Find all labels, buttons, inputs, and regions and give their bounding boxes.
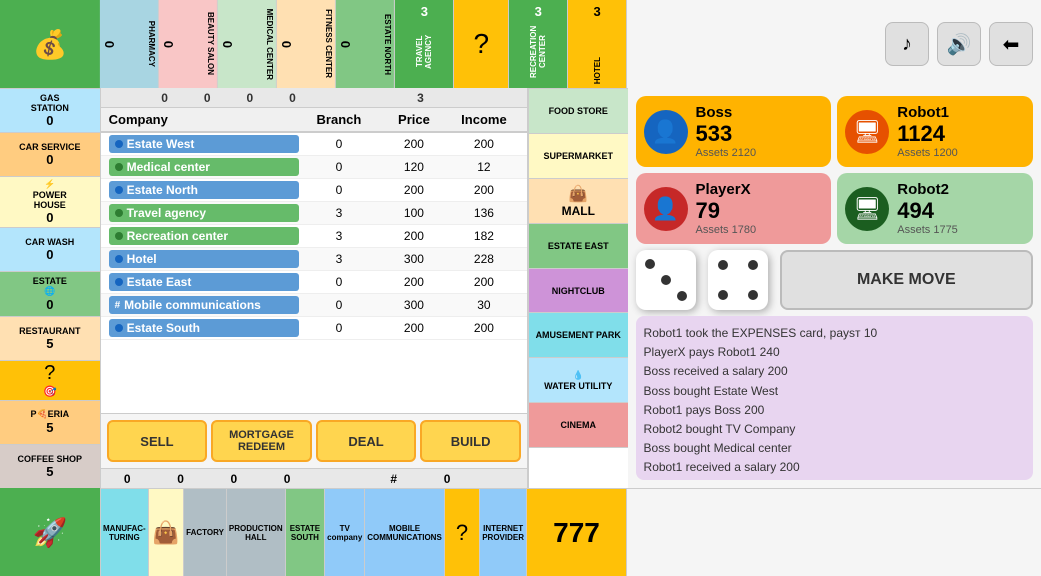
table-row[interactable]: Recreation center 3 200 182 bbox=[101, 225, 527, 248]
right-cell-amusement-park[interactable]: AMUSEMENT PARK bbox=[528, 312, 628, 357]
mortgage-redeem-button[interactable]: MORTGAGE REDEEM bbox=[211, 420, 312, 462]
table-row[interactable]: Travel agency 3 100 136 bbox=[101, 202, 527, 225]
table-row[interactable]: Estate East 0 200 200 bbox=[101, 271, 527, 294]
top-cell-hotel[interactable]: 3 HOTEL bbox=[567, 0, 626, 88]
top-cell-medical-center[interactable]: 0 MEDICAL CENTER bbox=[218, 0, 277, 88]
bottom-cell-estate-south[interactable]: ESTATE SOUTH bbox=[285, 488, 324, 576]
right-cell-cinema[interactable]: CINEMA bbox=[528, 402, 628, 447]
right-cell-filler bbox=[528, 447, 628, 488]
corner-bottom-left: 🚀 bbox=[0, 488, 100, 576]
top-cell-travel-agency[interactable]: 3 TRAVEL AGENCY bbox=[394, 0, 453, 88]
left-cell-restaurant[interactable]: RESTAURANT 5 bbox=[0, 316, 100, 360]
avatar-robot2: 🖥 bbox=[845, 187, 889, 231]
top-board-cells: 0 PHARMACY 0 BEAUTY SALON 0 MEDICAL CENT… bbox=[100, 0, 626, 88]
bottom-cell-production-hall[interactable]: PRODUCTION HALL bbox=[226, 488, 285, 576]
bottom-board: 🚀 MANUFAC-TURING 👜 FACTORY PRODUCTION HA… bbox=[0, 488, 1041, 576]
top-cell-question[interactable]: ? bbox=[453, 0, 508, 88]
right-cell-water-utility[interactable]: 💧 WATER UTILITY bbox=[528, 357, 628, 402]
top-cell-estate-north[interactable]: 0 ESTATE NORTH bbox=[336, 0, 395, 88]
bottom-board-cells: MANUFAC-TURING 👜 FACTORY PRODUCTION HALL… bbox=[100, 488, 526, 576]
center-table-area: 0 0 0 0 3 Company Branch Price Income bbox=[100, 88, 528, 488]
player-card-robot1: 🖥 Robot1 1124 Assets 1200 bbox=[837, 96, 1033, 167]
right-cell-nightclub[interactable]: NIGHTCLUB bbox=[528, 268, 628, 313]
left-cell-coffee-shop[interactable]: COFFEE SHOP 5 bbox=[0, 444, 100, 488]
top-cell-pharmacy[interactable]: 0 PHARMACY bbox=[100, 0, 159, 88]
dice-1 bbox=[636, 250, 696, 310]
top-cell-beauty-salon[interactable]: 0 BEAUTY SALON bbox=[159, 0, 218, 88]
left-cell-car-wash[interactable]: CAR WASH 0 bbox=[0, 227, 100, 271]
table-row[interactable]: #Mobile communications 0 300 30 bbox=[101, 294, 527, 317]
dice-and-move-area: MAKE MOVE bbox=[636, 250, 1033, 310]
table-header: Company Branch Price Income bbox=[101, 108, 527, 133]
bottom-cell-manufacturing[interactable]: MANUFAC-TURING bbox=[100, 488, 148, 576]
table-row[interactable]: Hotel 3 300 228 bbox=[101, 248, 527, 271]
build-button[interactable]: BUILD bbox=[420, 420, 521, 462]
corner-bottom-right: 777 bbox=[526, 488, 626, 576]
robot1-info: Robot1 1124 Assets 1200 bbox=[897, 104, 958, 159]
dice-2 bbox=[708, 250, 768, 310]
bottom-number-row: 0 0 0 0 # 0 bbox=[101, 468, 527, 488]
music-button[interactable]: ♪ bbox=[885, 22, 929, 66]
left-board-cells: GAS STATION 0 CAR SERVICE 0 ⚡ POWER HOUS… bbox=[0, 88, 100, 488]
bottom-cell-mobile-communications[interactable]: MOBILE COMMUNICATIONS bbox=[364, 488, 444, 576]
sell-button[interactable]: SELL bbox=[107, 420, 208, 462]
table-row[interactable]: Estate North 0 200 200 bbox=[101, 179, 527, 202]
bottom-cell-internet-provider[interactable]: INTERNET PROVIDER bbox=[479, 488, 526, 576]
company-table: Estate West 0 200 200 Medical center 0 1… bbox=[101, 133, 527, 413]
robot2-info: Robot2 494 Assets 1775 bbox=[897, 181, 958, 236]
player-card-robot2: 🖥 Robot2 494 Assets 1775 bbox=[837, 173, 1033, 244]
avatar-boss: 👤 bbox=[644, 110, 688, 154]
bottom-cell-tv-company[interactable]: TV company bbox=[324, 488, 364, 576]
right-cell-mall[interactable]: 👜 MALL bbox=[528, 178, 628, 223]
action-buttons-area: SELL MORTGAGE REDEEM DEAL BUILD bbox=[101, 413, 527, 468]
left-cell-estate-west[interactable]: ESTATE 🌐 0 bbox=[0, 271, 100, 315]
avatar-playerx: 👤 bbox=[644, 187, 688, 231]
exit-button[interactable]: ⬅ bbox=[989, 22, 1033, 66]
playerx-info: PlayerX 79 Assets 1780 bbox=[696, 181, 757, 236]
right-cell-food-store[interactable]: FOOD STORE bbox=[528, 88, 628, 133]
bottom-cell-purse[interactable]: 👜 bbox=[148, 488, 183, 576]
panel-controls-area: ♪ 🔊 ⬅ bbox=[626, 0, 1041, 88]
bottom-cell-question[interactable]: ? bbox=[444, 488, 479, 576]
players-grid: 👤 Boss 533 Assets 2120 🖥 Robot1 1124 Ass… bbox=[636, 96, 1033, 244]
left-cell-gas-station[interactable]: GAS STATION 0 bbox=[0, 88, 100, 132]
volume-button[interactable]: 🔊 bbox=[937, 22, 981, 66]
right-cell-supermarket[interactable]: SUPERMARKET bbox=[528, 133, 628, 178]
avatar-robot1: 🖥 bbox=[845, 110, 889, 154]
right-panel: 👤 Boss 533 Assets 2120 🖥 Robot1 1124 Ass… bbox=[628, 88, 1041, 488]
right-cell-estate-east[interactable]: ESTATE EAST bbox=[528, 223, 628, 268]
table-row[interactable]: Medical center 0 120 12 bbox=[101, 156, 527, 179]
make-move-button[interactable]: MAKE MOVE bbox=[780, 250, 1033, 310]
corner-top-left: 💰 bbox=[0, 0, 100, 88]
panel-bottom bbox=[626, 488, 1041, 576]
top-number-row: 0 0 0 0 3 bbox=[101, 88, 527, 108]
player-card-boss: 👤 Boss 533 Assets 2120 bbox=[636, 96, 832, 167]
top-cell-fitness-center[interactable]: 0 FITNESS CENTER bbox=[277, 0, 336, 88]
boss-info: Boss 533 Assets 2120 bbox=[696, 104, 757, 159]
bottom-cell-factory[interactable]: FACTORY bbox=[183, 488, 226, 576]
player-card-playerx: 👤 PlayerX 79 Assets 1780 bbox=[636, 173, 832, 244]
left-cell-power-house[interactable]: ⚡ POWER HOUSE 0 bbox=[0, 176, 100, 227]
deal-button[interactable]: DEAL bbox=[316, 420, 417, 462]
table-row[interactable]: Estate West 0 200 200 bbox=[101, 133, 527, 156]
right-board-cells: FOOD STORE SUPERMARKET 👜 MALL ESTATE EAS… bbox=[528, 88, 628, 488]
game-log: Robot1 took the EXPENSES card, paysт 10 … bbox=[636, 316, 1033, 480]
left-cell-car-service[interactable]: CAR SERVICE 0 bbox=[0, 132, 100, 176]
left-cell-pizzeria[interactable]: P🍕ERIA 5 bbox=[0, 400, 100, 444]
left-cell-mystery[interactable]: ? 🎯 bbox=[0, 360, 100, 400]
top-cell-recreation-center[interactable]: 3 RECREATION CENTER bbox=[508, 0, 567, 88]
table-row[interactable]: Estate South 0 200 200 bbox=[101, 317, 527, 340]
